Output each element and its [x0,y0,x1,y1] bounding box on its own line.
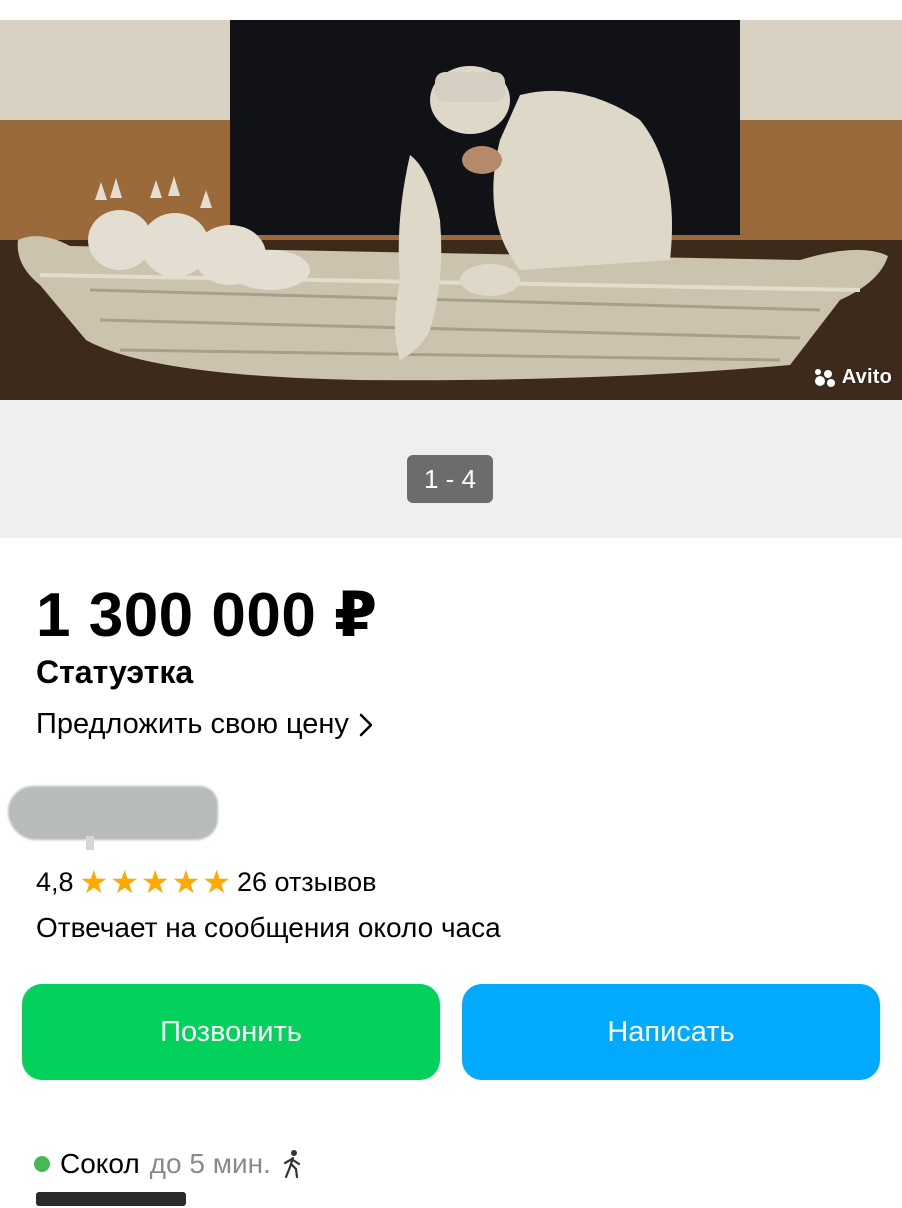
photo-counter: 1 - 4 [407,455,493,503]
star-icon: ★ [140,864,170,900]
write-button-label: Написать [607,1015,735,1048]
response-time: Отвечает на сообщения около часа [36,912,501,943]
redaction-remnant [86,836,94,850]
watermark-label: Avito [841,366,892,388]
metro-station: Сокол [60,1148,140,1179]
call-button[interactable]: Позвонить [22,984,440,1080]
walk-time: до 5 мин. [149,1148,271,1179]
seller-name-redacted[interactable] [8,786,218,840]
call-button-label: Позвонить [160,1015,302,1048]
price: 1 300 000 ₽ [36,581,378,650]
metro-line-icon [34,1156,50,1172]
photo-gallery[interactable]: Avito 1 - 4 [0,0,902,538]
listing-photo[interactable] [0,20,902,400]
rating-value: 4,8 [36,866,74,897]
avito-logo-icon [814,368,835,387]
star-icon: ★ [79,864,109,900]
metro-location: Сокол до 5 мин. [34,1148,303,1180]
chevron-right-icon [359,713,373,736]
rating-stars: ★ ★ ★ ★ ★ [80,866,231,898]
star-icon: ★ [171,864,201,900]
seller-rating[interactable]: 4,8 ★ ★ ★ ★ ★ 26 отзывов [36,866,377,898]
star-icon: ★ [110,864,139,900]
write-button[interactable]: Написать [462,984,880,1080]
star-icon: ★ [202,864,231,900]
cut-off-text [36,1188,216,1208]
offer-price-label: Предложить свою цену [36,708,349,740]
listing-title: Статуэтка [36,654,194,690]
reviews-count: 26 отзывов [236,866,377,897]
offer-price-link[interactable]: Предложить свою цену [36,708,373,741]
avito-watermark: Avito [814,366,892,389]
walking-person-icon [283,1150,300,1179]
